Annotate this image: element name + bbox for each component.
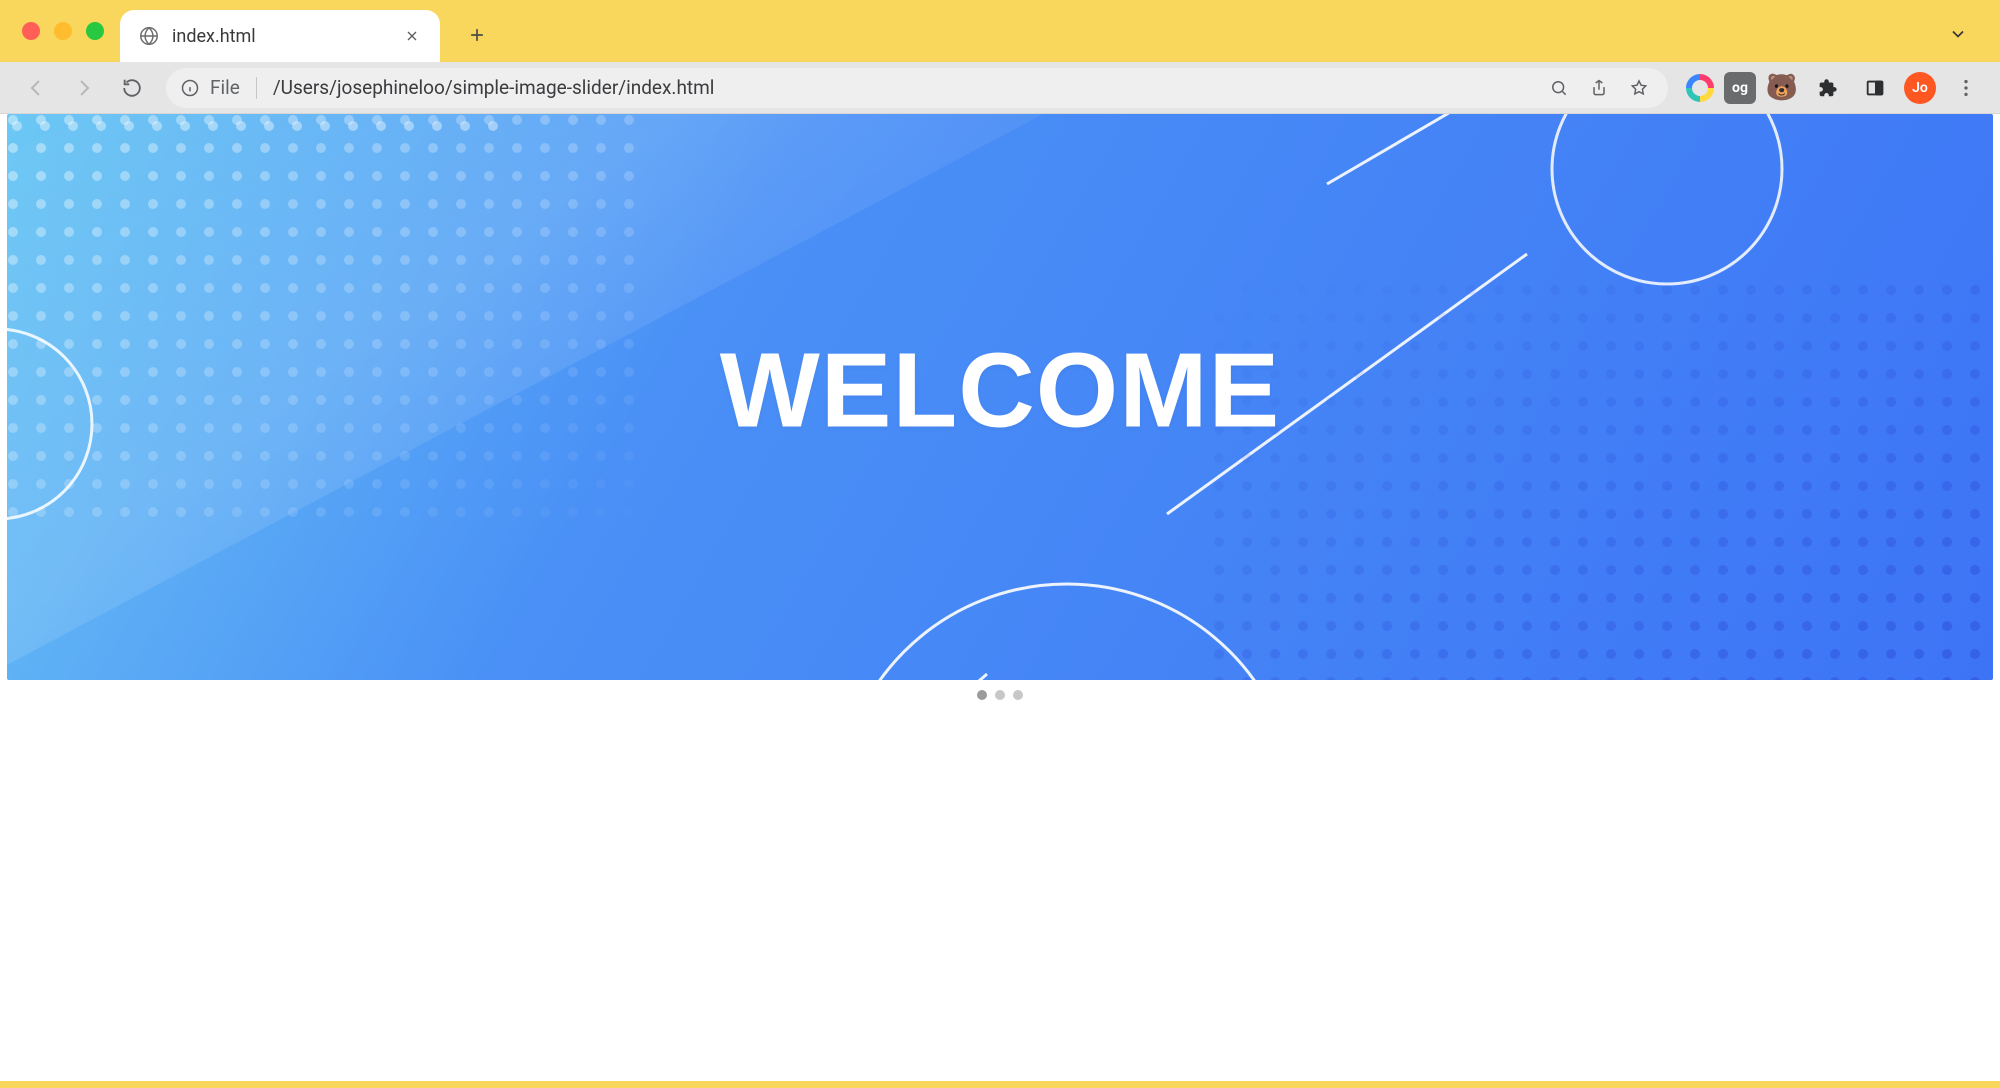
window-bottom-edge (0, 1081, 2000, 1088)
address-divider (256, 77, 257, 99)
extension-og-icon[interactable]: og (1724, 72, 1756, 104)
extension-color-ring-icon[interactable] (1686, 74, 1714, 102)
window-maximize-button[interactable] (86, 22, 104, 40)
page-viewport: WELCOME (0, 114, 2000, 1088)
extensions-menu-icon[interactable] (1808, 69, 1846, 107)
back-button[interactable] (14, 66, 58, 110)
close-icon[interactable] (398, 22, 426, 50)
window-controls (22, 22, 104, 40)
reload-button[interactable] (110, 66, 154, 110)
window-close-button[interactable] (22, 22, 40, 40)
new-tab-button[interactable] (456, 14, 498, 56)
slider-pagination (7, 680, 1993, 700)
window-minimize-button[interactable] (54, 22, 72, 40)
address-scheme-label: File (210, 76, 240, 99)
globe-icon (138, 25, 160, 47)
browser-menu-button[interactable] (1946, 68, 1986, 108)
profile-initials: Jo (1912, 80, 1928, 96)
profile-avatar[interactable]: Jo (1904, 72, 1936, 104)
forward-button[interactable] (62, 66, 106, 110)
browser-tab[interactable]: index.html (120, 10, 440, 62)
tab-title: index.html (172, 26, 386, 47)
browser-toolbar: File /Users/josephineloo/simple-image-sl… (0, 62, 2000, 114)
extensions-strip: og 🐻 Jo (1686, 68, 1986, 108)
tab-strip: index.html (0, 0, 2000, 62)
address-bar[interactable]: File /Users/josephineloo/simple-image-sl… (166, 68, 1668, 108)
welcome-heading: WELCOME (720, 331, 1281, 452)
bookmark-icon[interactable] (1620, 69, 1658, 107)
zoom-icon[interactable] (1540, 69, 1578, 107)
slider-dot-2[interactable] (995, 690, 1005, 700)
address-path: /Users/josephineloo/simple-image-slider/… (273, 76, 715, 99)
site-info-icon[interactable] (180, 78, 200, 98)
slider-dot-1[interactable] (977, 690, 987, 700)
extension-bear-icon[interactable]: 🐻 (1766, 72, 1798, 104)
tab-search-button[interactable] (1940, 16, 1976, 52)
side-panel-icon[interactable] (1856, 69, 1894, 107)
slider-dot-3[interactable] (1013, 690, 1023, 700)
hero-slide: WELCOME (7, 114, 1993, 680)
share-icon[interactable] (1580, 69, 1618, 107)
